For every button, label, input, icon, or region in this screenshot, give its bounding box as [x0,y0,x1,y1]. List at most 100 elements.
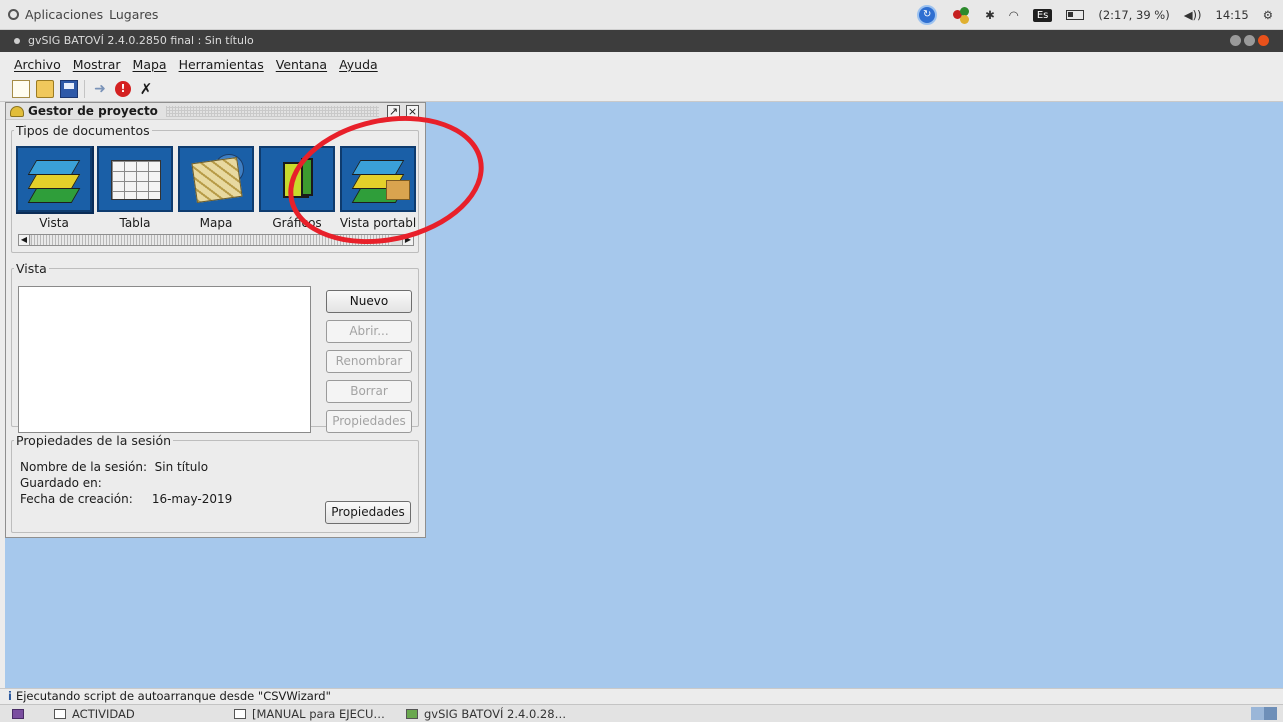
document-types-group: Tipos de documentos Vista Tabla Mapa Grá… [11,123,419,253]
doc-type-label: Gráficos [272,216,322,230]
chart-icon [259,146,335,212]
session-properties-group: Propiedades de la sesión Nombre de la se… [11,433,419,533]
menu-archivo[interactable]: Archivo [14,57,61,72]
system-tray: ↻ ✱ ◠ Es (2:17, 39 %) ◀)) 14:15 ⚙ [917,4,1273,26]
saved-in-row: Guardado en: [20,476,102,490]
plant-tray-icon[interactable] [951,5,971,25]
show-desktop-icon[interactable] [12,706,24,722]
open-button[interactable]: Abrir... [326,320,412,343]
status-bar: i Ejecutando script de autoarranque desde… [0,688,1283,704]
new-button[interactable]: Nuevo [326,290,412,313]
toolbar-separator [84,79,85,98]
close-frame-icon[interactable]: × [406,104,419,118]
menu-ayuda[interactable]: Ayuda [339,57,378,72]
minimize-button[interactable] [1230,35,1241,46]
window-title-bar: gvSIG BATOVÍ 2.4.0.2850 final : Sin títu… [0,30,1283,52]
window-icon [54,709,66,719]
battery-icon[interactable] [1066,10,1085,20]
session-name-label: Nombre de la sesión: [20,460,148,474]
taskbar-item-label: ACTIVIDAD [72,707,135,721]
taskbar-item-label: [MANUAL para EJECU… [252,707,385,721]
taskbar-item-label: gvSIG BATOVÍ 2.4.0.28… [424,707,567,721]
battery-status: (2:17, 39 %) [1098,8,1170,22]
documents-group: Vista Nuevo Abrir... Renombrar Borrar Pr… [11,261,419,433]
session-name-value: Sin título [154,460,209,474]
tools-icon[interactable]: ✗ [137,80,155,98]
document-types-legend: Tipos de documentos [16,123,150,138]
volume-icon[interactable]: ◀)) [1184,8,1202,22]
close-button[interactable] [1258,35,1269,46]
doc-type-label: Vista [39,216,69,230]
tool-bar: ➜ ! ✗ [0,76,1283,102]
bluetooth-icon[interactable]: ✱ [985,8,995,22]
rename-button[interactable]: Renombrar [326,350,412,373]
doc-type-label: Tabla [119,216,151,230]
open-project-icon[interactable] [36,79,54,98]
view-icon [16,146,94,214]
info-icon: i [8,689,12,703]
drag-handle[interactable] [165,105,379,117]
scrollbar-thumb[interactable] [31,235,391,245]
gvsig-leaf-icon [10,105,24,117]
taskbar-item-gvsig[interactable]: gvSIG BATOVÍ 2.4.0.28… [406,706,566,722]
settings-gear-icon[interactable]: ⚙ [1263,8,1273,22]
project-manager-window: Gestor de proyecto ↗ × Tipos de document… [5,102,426,538]
menu-ventana[interactable]: Ventana [276,57,327,72]
map-icon [178,146,254,212]
applications-menu[interactable]: Aplicaciones [25,7,103,22]
menu-bar: Archivo Mostrar Mapa Herramientas Ventan… [0,52,1283,76]
new-project-icon[interactable] [12,79,30,98]
doc-type-vista[interactable]: Vista [16,146,94,230]
table-icon [97,146,173,212]
session-name-row: Nombre de la sesión: Sin título [20,460,208,474]
scroll-left-icon[interactable]: ◀ [19,235,30,245]
session-properties-button[interactable]: Propiedades [325,501,411,524]
maximize-button[interactable] [1244,35,1255,46]
gvsig-leaf-icon [406,709,418,719]
session-properties-legend: Propiedades de la sesión [16,433,172,448]
document-properties-button[interactable]: Propiedades [326,410,412,433]
update-icon[interactable]: ↻ [917,5,938,25]
document-types-scrollbar[interactable]: ◀ ▶ [18,234,414,246]
portable-view-icon [340,146,416,212]
creation-date-row: Fecha de creación: 16-may-2019 [20,492,232,506]
wifi-icon[interactable]: ◠ [1009,8,1019,22]
menu-mapa[interactable]: Mapa [133,57,167,72]
menu-herramientas[interactable]: Herramientas [179,57,264,72]
taskbar-item-manual[interactable]: [MANUAL para EJECU… [234,706,385,722]
creation-date-value: 16-may-2019 [151,492,233,506]
project-manager-header[interactable]: Gestor de proyecto ↗ × [6,103,425,120]
activities-icon[interactable] [8,9,19,20]
menu-mostrar[interactable]: Mostrar [73,57,121,72]
places-menu[interactable]: Lugares [109,7,158,22]
system-top-bar: Aplicaciones Lugares ↻ ✱ ◠ Es (2:17, 39 … [0,0,1283,30]
document-actions: Nuevo Abrir... Renombrar Borrar Propieda… [326,290,412,433]
forward-arrow-icon[interactable]: ➜ [91,80,109,98]
workspace-switcher-icon[interactable] [1251,707,1277,720]
doc-type-label: Vista portabl [339,216,416,230]
system-menu-area: Aplicaciones Lugares [8,7,158,22]
status-message: Ejecutando script de autoarranque desde … [15,689,331,703]
doc-type-graficos[interactable]: Gráficos [259,146,335,230]
creation-date-label: Fecha de creación: [20,492,133,506]
document-types-list: Vista Tabla Mapa Gráficos Vista portabl [16,146,416,230]
delete-button[interactable]: Borrar [326,380,412,403]
window-menu-icon[interactable] [14,37,20,44]
window-controls [1230,35,1269,46]
doc-type-label: Mapa [199,216,233,230]
doc-type-mapa[interactable]: Mapa [178,146,254,230]
taskbar-item-actividad[interactable]: ACTIVIDAD [54,706,135,722]
doc-type-tabla[interactable]: Tabla [97,146,173,230]
project-manager-title: Gestor de proyecto [28,104,158,118]
documents-list[interactable] [18,286,311,433]
scroll-right-icon[interactable]: ▶ [402,235,413,245]
save-project-icon[interactable] [60,79,78,98]
error-alert-icon[interactable]: ! [115,80,131,97]
maximize-frame-icon[interactable]: ↗ [387,104,400,118]
doc-type-vista-portable[interactable]: Vista portabl [340,146,416,230]
taskbar: ACTIVIDAD [MANUAL para EJECU… gvSIG BATO… [0,704,1283,722]
window-title: gvSIG BATOVÍ 2.4.0.2850 final : Sin títu… [28,34,254,47]
clock[interactable]: 14:15 [1216,8,1249,22]
saved-in-label: Guardado en: [20,476,102,490]
keyboard-layout-indicator[interactable]: Es [1032,8,1053,22]
